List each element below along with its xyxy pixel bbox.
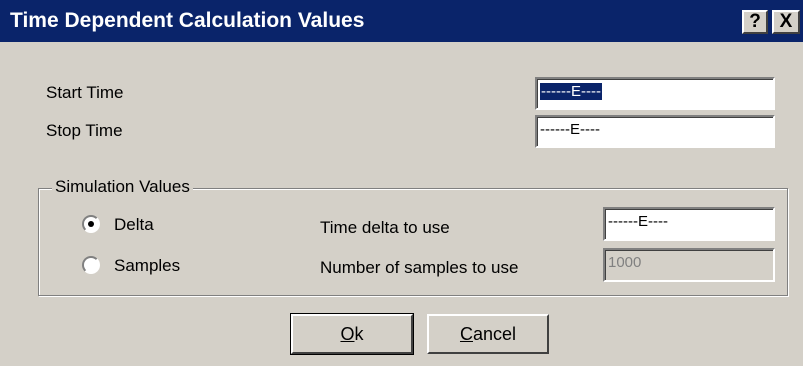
close-icon: X [779, 11, 793, 32]
help-button[interactable]: ? [742, 10, 768, 34]
number-of-samples-label: Number of samples to use [320, 258, 519, 277]
cancel-button[interactable]: Cancel [427, 314, 549, 354]
number-of-samples-value: 1000 [608, 254, 642, 271]
window-title: Time Dependent Calculation Values [10, 9, 365, 32]
time-delta-label: Time delta to use [320, 218, 450, 237]
samples-radio[interactable] [82, 256, 100, 274]
ok-mnemonic: O [340, 323, 355, 344]
start-time-value: ------E---- [540, 83, 602, 100]
stop-time-field[interactable]: ------E---- [535, 115, 775, 148]
stop-time-label: Stop Time [46, 121, 123, 140]
cancel-label-rest: ancel [472, 323, 517, 344]
close-button[interactable]: X [772, 10, 800, 34]
title-bar[interactable]: Time Dependent Calculation Values ? X [0, 0, 803, 42]
radio-selected-dot [88, 221, 94, 227]
start-time-field[interactable]: ------E---- [535, 77, 775, 110]
start-time-label: Start Time [46, 83, 124, 102]
ok-button[interactable]: Ok [290, 313, 414, 355]
simulation-values-title: Simulation Values [52, 177, 193, 197]
delta-radio-label[interactable]: Delta [114, 215, 154, 235]
cancel-mnemonic: C [459, 323, 473, 344]
help-icon: ? [749, 11, 761, 32]
delta-radio[interactable] [82, 215, 100, 233]
time-delta-field[interactable]: ------E---- [603, 207, 775, 241]
stop-time-value: ------E---- [540, 121, 600, 138]
ok-label-rest: k [354, 323, 364, 344]
time-delta-value: ------E---- [608, 213, 668, 230]
number-of-samples-field[interactable]: 1000 [603, 248, 775, 282]
samples-radio-label[interactable]: Samples [114, 256, 180, 276]
